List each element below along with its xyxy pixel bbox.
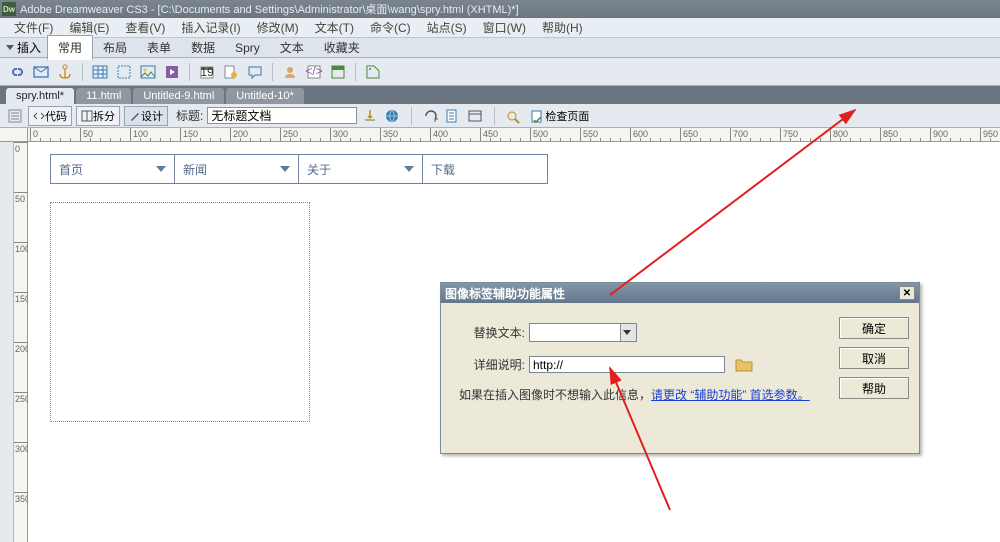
cancel-button[interactable]: 取消: [839, 347, 909, 369]
menu-site[interactable]: 站点(S): [421, 19, 473, 36]
div-icon[interactable]: [113, 62, 135, 82]
template-icon[interactable]: [327, 62, 349, 82]
svg-text:19: 19: [200, 65, 214, 79]
menu-window[interactable]: 窗口(W): [477, 19, 532, 36]
window-title: Adobe Dreamweaver CS3 - [C:\Documents an…: [20, 1, 519, 17]
insert-tab-spry[interactable]: Spry: [225, 38, 270, 58]
hyperlink-icon[interactable]: [6, 62, 28, 82]
design-view-button[interactable]: 设计: [124, 106, 168, 126]
document-toolbar: 代码 拆分 设计 标题: 检查页面: [0, 104, 1000, 128]
spry-menu-home[interactable]: 首页: [51, 155, 175, 183]
insert-tab-fav[interactable]: 收藏夹: [314, 36, 370, 59]
view-options-icon[interactable]: [466, 107, 484, 125]
alt-text-label: 替换文本:: [459, 324, 525, 341]
doc-tab-spry[interactable]: spry.html*: [6, 88, 74, 104]
spry-menu-download[interactable]: 下载: [423, 155, 547, 183]
placeholder-box[interactable]: [50, 202, 310, 422]
ok-button[interactable]: 确定: [839, 317, 909, 339]
insert-label: 插入: [17, 39, 41, 56]
left-gutter: [0, 142, 14, 542]
menu-text[interactable]: 文本(T): [309, 19, 360, 36]
menu-view[interactable]: 查看(V): [119, 19, 171, 36]
comment-icon[interactable]: [244, 62, 266, 82]
head-icon[interactable]: [279, 62, 301, 82]
file-mgmt-icon[interactable]: [444, 107, 462, 125]
code-view-button[interactable]: 代码: [28, 106, 72, 126]
visual-aids-icon[interactable]: [505, 107, 523, 125]
dropdown-icon: [156, 166, 166, 172]
menu-command[interactable]: 命令(C): [364, 19, 417, 36]
menu-modify[interactable]: 修改(M): [251, 19, 305, 36]
alt-text-combo[interactable]: [529, 323, 637, 342]
refresh-icon[interactable]: [422, 107, 440, 125]
spry-menu-bar[interactable]: 首页 新闻 关于 下载: [50, 154, 548, 184]
document-tabs: spry.html* 11.html Untitled-9.html Untit…: [0, 86, 1000, 104]
prefs-link[interactable]: 请更改 “辅助功能” 首选参数。: [651, 388, 810, 402]
browse-folder-icon[interactable]: [735, 357, 753, 373]
ruler-area: 0501001502002503003504004505005506006507…: [0, 128, 1000, 142]
insert-tab-layout[interactable]: 布局: [93, 36, 137, 59]
doc-tab-untitled9[interactable]: Untitled-9.html: [133, 88, 224, 104]
anchor-icon[interactable]: [54, 62, 76, 82]
insert-panel-toggle[interactable]: 插入: [0, 39, 47, 56]
app-logo-icon: Dw: [2, 2, 16, 16]
window-titlebar: Dw Adobe Dreamweaver CS3 - [C:\Documents…: [0, 0, 1000, 18]
ruler-corner: [0, 128, 28, 142]
title-label: 标题:: [176, 107, 203, 124]
dropdown-icon: [280, 166, 290, 172]
email-icon[interactable]: [30, 62, 52, 82]
long-desc-input[interactable]: [529, 356, 725, 373]
dropdown-button-icon[interactable]: [620, 324, 636, 341]
image-accessibility-dialog: 图像标签辅助功能属性 ✕ 确定 取消 帮助 替换文本: 详细说明: 如果在插入图…: [440, 282, 920, 454]
browser-preview-icon[interactable]: [383, 107, 401, 125]
media-icon[interactable]: [161, 62, 183, 82]
dialog-titlebar[interactable]: 图像标签辅助功能属性 ✕: [441, 283, 919, 303]
insert-tab-forms[interactable]: 表单: [137, 36, 181, 59]
table-icon[interactable]: [89, 62, 111, 82]
insert-tab-data[interactable]: 数据: [181, 36, 225, 59]
vertical-ruler: 050100150200250300350: [14, 142, 28, 542]
server-include-icon[interactable]: [220, 62, 242, 82]
validate-icon[interactable]: [361, 107, 379, 125]
insert-tab-common[interactable]: 常用: [47, 35, 93, 60]
date-icon[interactable]: 19: [196, 62, 218, 82]
tag-chooser-icon[interactable]: [362, 62, 384, 82]
dropdown-icon: [404, 166, 414, 172]
menu-edit[interactable]: 编辑(E): [63, 19, 115, 36]
insert-tab-text[interactable]: 文本: [270, 36, 314, 59]
doc-options-icon[interactable]: [6, 107, 24, 125]
horizontal-ruler: 0501001502002503003504004505005506006507…: [28, 128, 1000, 142]
spry-menu-about[interactable]: 关于: [299, 155, 423, 183]
help-button[interactable]: 帮助: [839, 377, 909, 399]
svg-text:</>: </>: [306, 64, 322, 78]
doc-tab-11[interactable]: 11.html: [76, 88, 131, 104]
page-title-input[interactable]: [207, 107, 357, 124]
close-button[interactable]: ✕: [899, 286, 915, 300]
spry-menu-news[interactable]: 新闻: [175, 155, 299, 183]
insert-toolbar: 19 </>: [0, 58, 1000, 86]
script-icon[interactable]: </>: [303, 62, 325, 82]
triangle-down-icon: [6, 45, 14, 50]
doc-tab-untitled10[interactable]: Untitled-10*: [226, 88, 303, 104]
image-icon[interactable]: [137, 62, 159, 82]
menu-file[interactable]: 文件(F): [8, 19, 59, 36]
long-desc-label: 详细说明:: [459, 356, 525, 373]
menu-insert[interactable]: 插入记录(I): [175, 19, 246, 36]
split-view-button[interactable]: 拆分: [76, 106, 120, 126]
dialog-title: 图像标签辅助功能属性: [445, 285, 565, 302]
insert-panel: 插入 常用 布局 表单 数据 Spry 文本 收藏夹: [0, 38, 1000, 58]
menu-help[interactable]: 帮助(H): [536, 19, 589, 36]
check-page-button[interactable]: 检查页面: [527, 107, 593, 125]
